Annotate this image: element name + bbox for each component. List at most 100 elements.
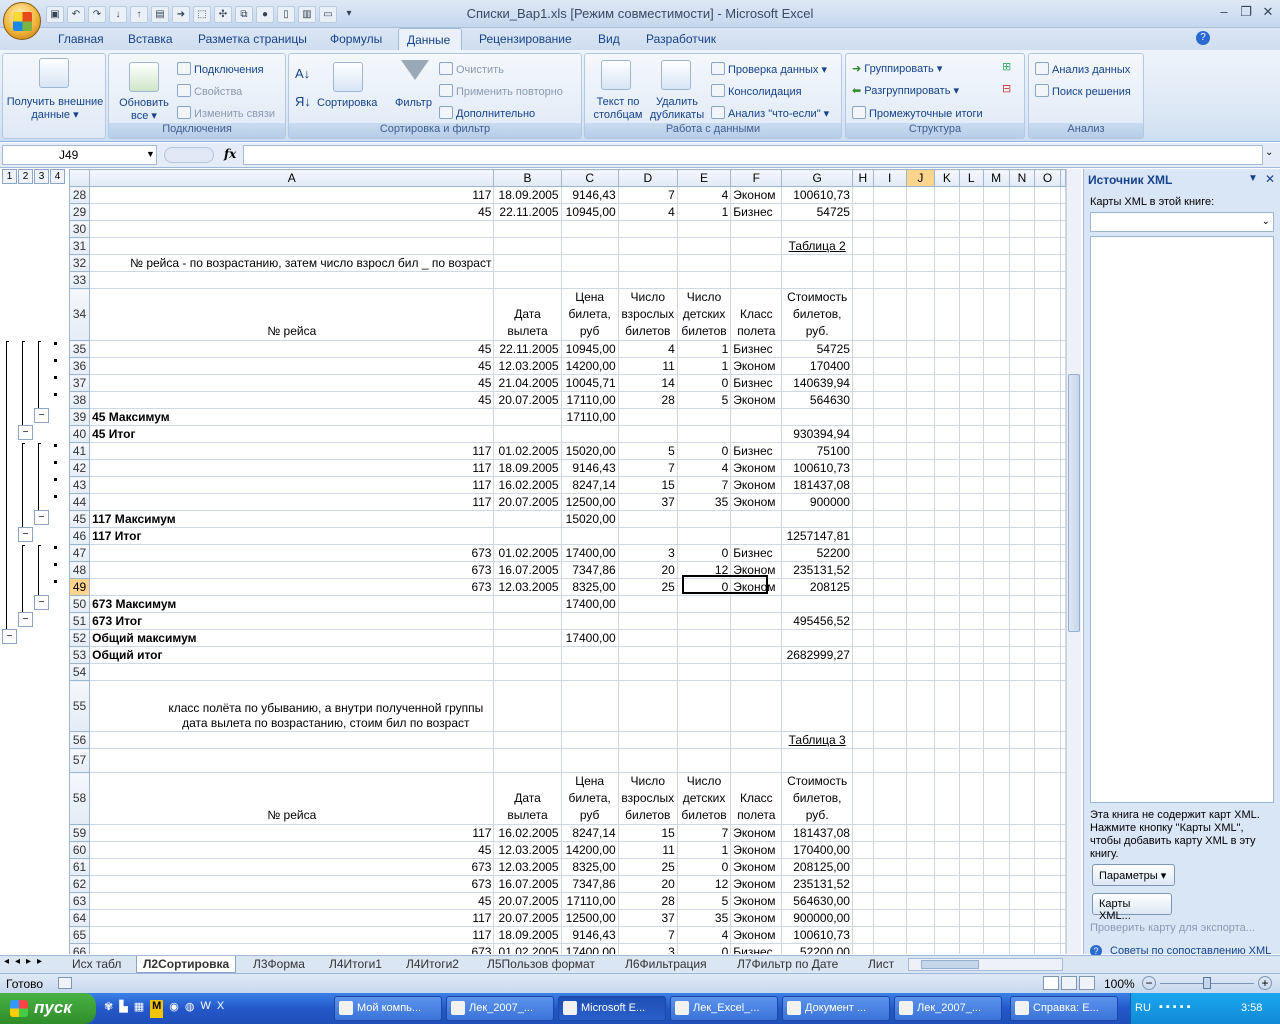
row-header[interactable]: 45	[69, 510, 91, 528]
cell-B50[interactable]	[493, 595, 562, 613]
cell-M29[interactable]	[982, 203, 1010, 221]
cell-K35[interactable]	[934, 340, 960, 358]
cell-N40[interactable]	[1008, 425, 1036, 443]
row-header[interactable]: 40	[69, 425, 91, 443]
cell-C58[interactable]: Цена билета, руб	[560, 772, 619, 825]
cell-F52[interactable]	[730, 629, 783, 647]
cell-C52[interactable]: 17400,00	[560, 629, 619, 647]
cell-F35[interactable]: Бизнес	[730, 340, 783, 358]
cell-B59[interactable]: 16.02.2005	[493, 824, 562, 842]
cell-C66[interactable]: 17400,00	[560, 943, 619, 954]
zoom-slider-thumb[interactable]	[1203, 977, 1211, 989]
cell-O57[interactable]	[1034, 748, 1061, 773]
cell-K61[interactable]	[934, 858, 960, 876]
row-header[interactable]: 51	[69, 612, 91, 630]
cell-A61[interactable]: 673	[89, 858, 495, 876]
cell-K33[interactable]	[934, 271, 960, 289]
cell-J45[interactable]	[905, 510, 936, 528]
cell-A59[interactable]: 117	[89, 824, 495, 842]
cell-D28[interactable]: 7	[617, 186, 678, 204]
cell-E38[interactable]: 5	[676, 391, 732, 409]
cell-F62[interactable]: Эконом	[730, 875, 783, 893]
cell-I31[interactable]	[872, 237, 907, 255]
cell-F41[interactable]: Бизнес	[730, 442, 783, 460]
cell-G46[interactable]: 1257147,81	[781, 527, 853, 545]
cell-M46[interactable]	[982, 527, 1010, 545]
cell-O59[interactable]	[1034, 824, 1061, 842]
cell-M64[interactable]	[982, 909, 1010, 927]
cell-I65[interactable]	[872, 926, 907, 944]
cell-O58[interactable]	[1034, 772, 1061, 825]
cell-C35[interactable]: 10945,00	[560, 340, 619, 358]
cell-E29[interactable]: 1	[676, 203, 732, 221]
cell-E51[interactable]	[676, 612, 732, 630]
cell-M49[interactable]	[982, 578, 1010, 596]
tab-page-layout[interactable]: Разметка страницы	[190, 28, 315, 50]
cell-N64[interactable]	[1008, 909, 1036, 927]
verify-map-link[interactable]: Проверить карту для экспорта...	[1090, 922, 1255, 934]
cell-E42[interactable]: 4	[676, 459, 732, 477]
data-validation-button[interactable]: Проверка данных ▾	[711, 62, 827, 76]
cell-D66[interactable]: 3	[617, 943, 678, 954]
get-external-data-button[interactable]: Получить внешние данные ▾	[5, 96, 105, 122]
tab-insert[interactable]: Вставка	[120, 28, 181, 50]
cell-M34[interactable]	[982, 288, 1010, 341]
cell-N39[interactable]	[1008, 408, 1036, 426]
cell-G36[interactable]: 170400	[781, 357, 853, 375]
cell-E50[interactable]	[676, 595, 732, 613]
quicklaunch-icon-6[interactable]: ◍	[185, 1000, 195, 1018]
cell-D43[interactable]: 15	[617, 476, 678, 494]
cell-D63[interactable]: 28	[617, 892, 678, 910]
cell-A29[interactable]: 45	[89, 203, 495, 221]
cell-G54[interactable]	[781, 663, 853, 681]
formula-input[interactable]	[243, 145, 1263, 165]
cell-O60[interactable]	[1034, 841, 1061, 859]
cell-A47[interactable]: 673	[89, 544, 495, 562]
cell-B63[interactable]: 20.07.2005	[493, 892, 562, 910]
clear-button[interactable]: Очистить	[439, 62, 504, 76]
cell-E59[interactable]: 7	[676, 824, 732, 842]
cell-B45[interactable]	[493, 510, 562, 528]
cell-K49[interactable]	[934, 578, 960, 596]
column-header-N[interactable]: N	[1008, 169, 1036, 187]
cell-H51[interactable]	[851, 612, 874, 630]
cell-E39[interactable]	[676, 408, 732, 426]
cell-L34[interactable]	[958, 288, 984, 341]
cell-A44[interactable]: 117	[89, 493, 495, 511]
cell-H45[interactable]	[851, 510, 874, 528]
cell-O66[interactable]	[1034, 943, 1061, 954]
cell-N63[interactable]	[1008, 892, 1036, 910]
cell-M61[interactable]	[982, 858, 1010, 876]
collapse-673-max[interactable]: −	[34, 595, 49, 610]
macro-record-icon[interactable]	[58, 977, 72, 989]
cell-I40[interactable]	[872, 425, 907, 443]
cell-H42[interactable]	[851, 459, 874, 477]
cell-K66[interactable]	[934, 943, 960, 954]
cell-F28[interactable]: Эконом	[730, 186, 783, 204]
cell-L29[interactable]	[958, 203, 984, 221]
cell-N45[interactable]	[1008, 510, 1036, 528]
cell-I52[interactable]	[872, 629, 907, 647]
cell-K36[interactable]	[934, 357, 960, 375]
cell-J48[interactable]	[905, 561, 936, 579]
xml-tree-view[interactable]	[1090, 236, 1274, 803]
cell-O55[interactable]	[1034, 680, 1061, 732]
cell-C64[interactable]: 12500,00	[560, 909, 619, 927]
cell-J31[interactable]	[905, 237, 936, 255]
cell-H36[interactable]	[851, 357, 874, 375]
cell-I35[interactable]	[872, 340, 907, 358]
cell-M28[interactable]	[982, 186, 1010, 204]
cell-H52[interactable]	[851, 629, 874, 647]
cell-A34[interactable]: № рейса	[89, 288, 495, 341]
cell-C31[interactable]	[560, 237, 619, 255]
cell-O40[interactable]	[1034, 425, 1061, 443]
cell-L43[interactable]	[958, 476, 984, 494]
cell-F57[interactable]	[730, 748, 783, 773]
cell-F45[interactable]	[730, 510, 783, 528]
collapse-grand[interactable]: −	[2, 629, 17, 644]
cell-G55[interactable]	[781, 680, 853, 732]
cell-M62[interactable]	[982, 875, 1010, 893]
cell-C49[interactable]: 8325,00	[560, 578, 619, 596]
cell-G39[interactable]	[781, 408, 853, 426]
cell-L41[interactable]	[958, 442, 984, 460]
